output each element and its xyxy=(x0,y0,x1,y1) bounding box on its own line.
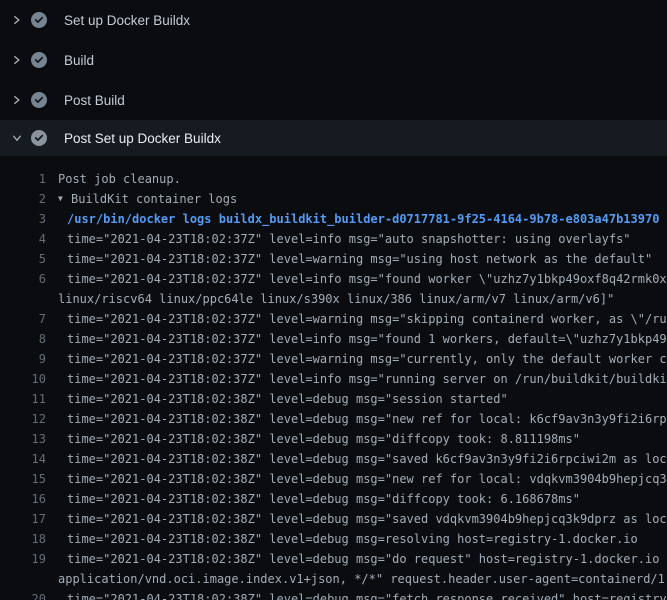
line-number[interactable]: 10 xyxy=(0,369,46,389)
log-row: 12 time="2021-04-23T18:02:38Z" level=deb… xyxy=(0,409,667,429)
step-header-post-set-up-docker-buildx[interactable]: Post Set up Docker Buildx xyxy=(0,120,667,156)
log-row: 18 time="2021-04-23T18:02:38Z" level=deb… xyxy=(0,529,667,549)
line-number[interactable]: 19 xyxy=(0,549,46,569)
group-toggle-icon[interactable]: ▼ xyxy=(58,189,71,209)
step-label: Post Set up Docker Buildx xyxy=(64,131,221,146)
check-circle-icon xyxy=(31,52,47,68)
log-text: time="2021-04-23T18:02:38Z" level=debug … xyxy=(67,389,508,409)
log-row: 7 time="2021-04-23T18:02:37Z" level=warn… xyxy=(0,309,667,329)
chevron-right-icon[interactable] xyxy=(11,52,23,68)
log-text: Post job cleanup. xyxy=(58,169,181,189)
log-text: time="2021-04-23T18:02:38Z" level=debug … xyxy=(67,449,667,469)
step-header-set-up-docker-buildx[interactable]: Set up Docker Buildx xyxy=(0,0,667,40)
line-number[interactable]: 12 xyxy=(0,409,46,429)
log-row: 6 time="2021-04-23T18:02:37Z" level=info… xyxy=(0,269,667,289)
log-row: 20 time="2021-04-23T18:02:38Z" level=deb… xyxy=(0,589,667,600)
log-area: 1 Post job cleanup. 2 ▼ BuildKit contain… xyxy=(0,156,667,600)
chevron-right-icon[interactable] xyxy=(11,92,23,108)
line-number[interactable]: 16 xyxy=(0,489,46,509)
log-text: time="2021-04-23T18:02:37Z" level=warnin… xyxy=(67,249,652,269)
line-number[interactable]: 5 xyxy=(0,249,46,269)
step-label: Set up Docker Buildx xyxy=(64,13,190,28)
log-row: 3 /usr/bin/docker logs buildx_buildkit_b… xyxy=(0,209,667,229)
log-text: time="2021-04-23T18:02:37Z" level=warnin… xyxy=(67,349,667,369)
line-number[interactable]: 4 xyxy=(0,229,46,249)
log-text: time="2021-04-23T18:02:37Z" level=info m… xyxy=(67,229,631,249)
step-label: Post Build xyxy=(64,93,125,108)
log-text: time="2021-04-23T18:02:38Z" level=debug … xyxy=(67,489,580,509)
line-number[interactable]: 20 xyxy=(0,589,46,600)
line-number[interactable]: 17 xyxy=(0,509,46,529)
line-number[interactable]: 18 xyxy=(0,529,46,549)
line-number[interactable]: 2 xyxy=(0,189,46,209)
log-text: time="2021-04-23T18:02:38Z" level=debug … xyxy=(67,549,667,569)
step-label: Build xyxy=(64,53,94,68)
line-number[interactable]: 14 xyxy=(0,449,46,469)
log-text: time="2021-04-23T18:02:38Z" level=debug … xyxy=(67,509,667,529)
chevron-right-icon[interactable] xyxy=(11,12,23,28)
log-row: 1 Post job cleanup. xyxy=(0,169,667,189)
log-text: time="2021-04-23T18:02:37Z" level=info m… xyxy=(67,329,667,349)
step-header-build[interactable]: Build xyxy=(0,40,667,80)
step-header-post-build[interactable]: Post Build xyxy=(0,80,667,120)
log-row: 16 time="2021-04-23T18:02:38Z" level=deb… xyxy=(0,489,667,509)
log-text: application/vnd.oci.image.index.v1+json,… xyxy=(58,569,667,589)
log-text: BuildKit container logs xyxy=(71,189,237,209)
log-text: time="2021-04-23T18:02:37Z" level=warnin… xyxy=(67,309,667,329)
log-row: 14 time="2021-04-23T18:02:38Z" level=deb… xyxy=(0,449,667,469)
check-circle-icon xyxy=(31,130,47,146)
line-number[interactable]: 6 xyxy=(0,269,46,289)
check-circle-icon xyxy=(31,92,47,108)
line-number[interactable]: 13 xyxy=(0,429,46,449)
log-text: /usr/bin/docker logs buildx_buildkit_bui… xyxy=(67,209,659,229)
log-row: 17 time="2021-04-23T18:02:38Z" level=deb… xyxy=(0,509,667,529)
log-row: 9 time="2021-04-23T18:02:37Z" level=warn… xyxy=(0,349,667,369)
log-row: 19 time="2021-04-23T18:02:38Z" level=deb… xyxy=(0,549,667,569)
log-row: 10 time="2021-04-23T18:02:37Z" level=inf… xyxy=(0,369,667,389)
log-text: time="2021-04-23T18:02:38Z" level=debug … xyxy=(67,469,667,489)
line-number[interactable]: 7 xyxy=(0,309,46,329)
log-text: time="2021-04-23T18:02:37Z" level=info m… xyxy=(67,269,667,289)
log-row: 4 time="2021-04-23T18:02:37Z" level=info… xyxy=(0,229,667,249)
log-text: time="2021-04-23T18:02:38Z" level=debug … xyxy=(67,409,667,429)
log-row: 8 time="2021-04-23T18:02:37Z" level=info… xyxy=(0,329,667,349)
line-number[interactable]: 8 xyxy=(0,329,46,349)
log-text: linux/riscv64 linux/ppc64le linux/s390x … xyxy=(58,289,614,309)
log-text: time="2021-04-23T18:02:38Z" level=debug … xyxy=(67,529,638,549)
check-circle-icon xyxy=(31,12,47,28)
log-row: linux/riscv64 linux/ppc64le linux/s390x … xyxy=(0,289,667,309)
log-row: 5 time="2021-04-23T18:02:37Z" level=warn… xyxy=(0,249,667,269)
log-row: 15 time="2021-04-23T18:02:38Z" level=deb… xyxy=(0,469,667,489)
log-text: time="2021-04-23T18:02:38Z" level=debug … xyxy=(67,589,667,600)
log-row: application/vnd.oci.image.index.v1+json,… xyxy=(0,569,667,589)
line-number[interactable]: 11 xyxy=(0,389,46,409)
log-row: 13 time="2021-04-23T18:02:38Z" level=deb… xyxy=(0,429,667,449)
log-text: time="2021-04-23T18:02:37Z" level=info m… xyxy=(67,369,667,389)
workflow-log-viewer: Set up Docker Buildx Build Post Build Po… xyxy=(0,0,667,600)
line-number[interactable]: 3 xyxy=(0,209,46,229)
chevron-down-icon[interactable] xyxy=(11,130,23,146)
line-number[interactable]: 1 xyxy=(0,169,46,189)
log-row: 11 time="2021-04-23T18:02:38Z" level=deb… xyxy=(0,389,667,409)
log-text: time="2021-04-23T18:02:38Z" level=debug … xyxy=(67,429,580,449)
line-number[interactable]: 15 xyxy=(0,469,46,489)
line-number[interactable]: 9 xyxy=(0,349,46,369)
log-row: 2 ▼ BuildKit container logs xyxy=(0,189,667,209)
